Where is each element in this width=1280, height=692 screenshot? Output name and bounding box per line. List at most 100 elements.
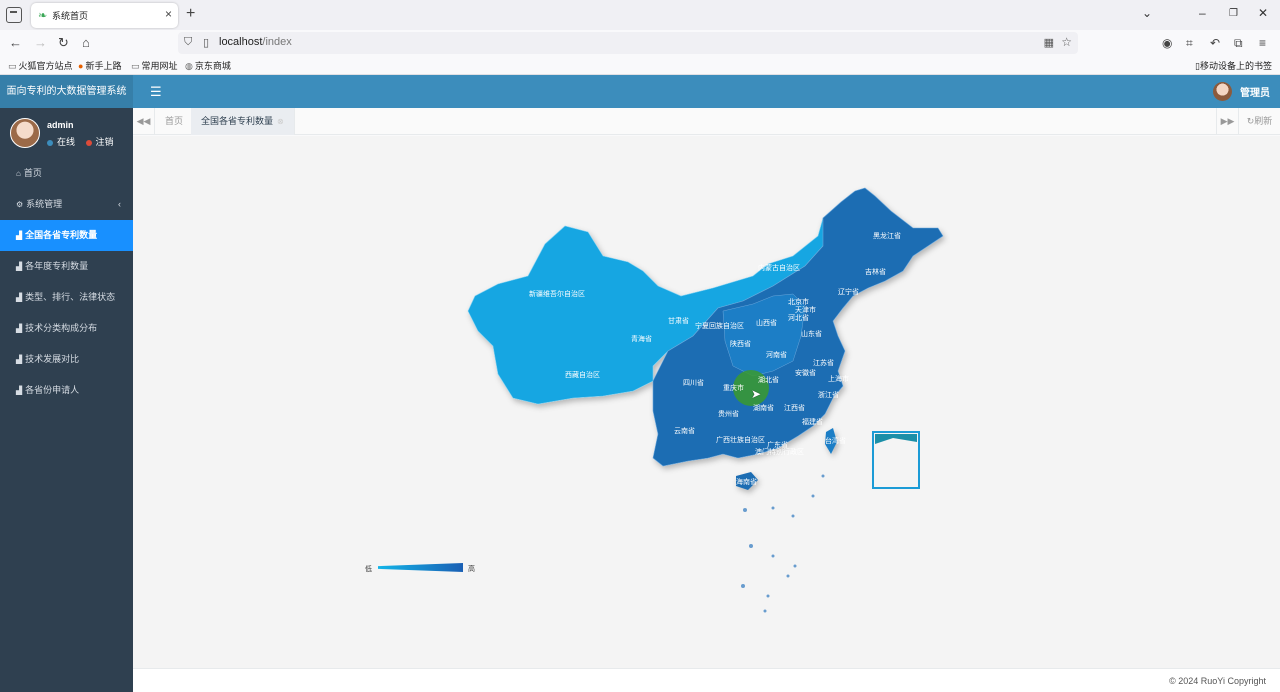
bookmark-label: 京东商城 [195, 61, 231, 71]
scroll-left-icon[interactable]: ◀◀ [133, 108, 155, 135]
url-bar[interactable]: ⛉ ▯ localhost/index ▦ ☆ [178, 32, 1078, 54]
qr-code-icon[interactable]: ▦ [1044, 36, 1054, 49]
sidebar-item-label: 各年度专利数量 [25, 261, 88, 271]
sidebar-item-label: 首页 [24, 168, 42, 178]
browser-tab-title: 系统首页 [52, 9, 88, 22]
area-chart-icon: ▟ [16, 293, 22, 302]
content-tab-strip: ◀◀ 首页 全国各省专利数量 ⊗ ▶▶ ↻刷新 [133, 108, 1280, 135]
bookmarks-bar: ▭火狐官方站点 ●新手上路 ▭常用网址 ◍京东商城 ▯移动设备上的书签 [0, 56, 1280, 75]
chevron-left-icon: ‹ [118, 189, 121, 220]
sidebar-item-type-rank-status[interactable]: ▟类型、排行、法律状态 [0, 282, 133, 313]
tab-home[interactable]: 首页 [155, 108, 194, 135]
province-label: 河北省 [788, 313, 809, 322]
scroll-right-icon[interactable]: ▶▶ [1216, 108, 1238, 135]
sidebar-item-home[interactable]: ⌂首页 [0, 158, 133, 189]
refresh-button[interactable]: ↻刷新 [1238, 108, 1280, 135]
crop-icon[interactable]: ⌗ [1186, 36, 1193, 51]
province-label: 贵州省 [718, 409, 739, 418]
forward-icon[interactable]: → [34, 35, 47, 50]
user-name: admin [47, 120, 74, 130]
shield-icon[interactable]: ⛉ [184, 36, 192, 49]
sidebar-item-tech-classification[interactable]: ▟技术分类构成分布 [0, 313, 133, 344]
province-label: 湖北省 [758, 375, 779, 384]
folder-icon: ▭ [8, 61, 17, 71]
window-close-icon[interactable]: ✕ [1258, 6, 1268, 20]
visual-map-low-label: 低 [365, 564, 372, 574]
logout-link[interactable]: 注销 [96, 137, 114, 147]
province-label: 辽宁省 [838, 287, 859, 296]
province-label: 湖南省 [753, 403, 774, 412]
favicon-icon: ❧ [38, 9, 47, 22]
sidebar-toggle-icon[interactable]: ☰ [150, 84, 162, 100]
bookmark-item[interactable]: ●新手上路 [78, 59, 121, 72]
visual-map-high-label: 高 [468, 564, 475, 574]
close-tab-icon[interactable]: × [165, 7, 172, 21]
restore-icon[interactable]: ❐ [1229, 8, 1238, 19]
bookmark-star-icon[interactable]: ☆ [1061, 35, 1072, 49]
user-role: 管理员 [1240, 88, 1270, 99]
user-menu[interactable]: 管理员 [1213, 82, 1270, 102]
sidebar-item-applicants[interactable]: ▟各省份申请人 [0, 375, 133, 406]
logout-dot [86, 140, 92, 146]
copyright-text: © 2024 RuoYi Copyright [1169, 676, 1266, 686]
province-label: 江西省 [784, 403, 805, 412]
home-icon[interactable]: ⌂ [82, 35, 90, 50]
province-label: 上海市 [828, 374, 849, 383]
sidebar-item-system[interactable]: ⚙系统管理‹ [0, 189, 133, 220]
tab-province-patents[interactable]: 全国各省专利数量 ⊗ [191, 108, 295, 135]
tab-label: 全国各省专利数量 [201, 116, 273, 126]
bookmark-item[interactable]: ▭常用网址 [131, 59, 178, 72]
area-chart-icon: ▟ [16, 231, 22, 240]
area-chart-icon: ▟ [16, 324, 22, 333]
province-label: 陕西省 [730, 339, 751, 348]
province-label: 北京市 [788, 297, 809, 306]
province-label: 宁夏回族自治区 [695, 321, 744, 330]
province-label: 吉林省 [865, 267, 886, 276]
minimize-icon[interactable]: – [1199, 6, 1206, 20]
province-label: 重庆市 [723, 383, 744, 392]
user-panel: admin 在线 注销 [0, 108, 133, 158]
extensions-icon[interactable]: ⧉ [1234, 36, 1243, 51]
sidebar-item-yearly-patents[interactable]: ▟各年度专利数量 [0, 251, 133, 282]
province-label: 澳门特别行政区 [755, 447, 804, 456]
province-label: 安徽省 [795, 368, 816, 377]
sidebar-item-province-patents[interactable]: ▟全国各省专利数量 [0, 220, 133, 251]
sidebar: admin 在线 注销 ⌂首页 ⚙系统管理‹ ▟全国各省专利数量 ▟各年度专利数… [0, 108, 133, 692]
mouse-cursor-icon: ➤ [751, 387, 761, 401]
area-chart-icon: ▟ [16, 355, 22, 364]
province-label: 内蒙古自治区 [758, 263, 800, 272]
bookmark-item[interactable]: ◍京东商城 [185, 59, 231, 72]
reload-icon[interactable]: ↻ [58, 35, 69, 51]
undo-icon[interactable]: ↶ [1210, 36, 1220, 50]
tab-list-icon[interactable] [6, 7, 22, 23]
bookmark-item[interactable]: ▭火狐官方站点 [8, 59, 73, 72]
area-chart-icon: ▟ [16, 386, 22, 395]
menu-icon[interactable]: ≡ [1259, 36, 1266, 50]
globe-icon: ◍ [185, 61, 193, 71]
sidebar-item-label: 技术分类构成分布 [25, 323, 97, 333]
province-label: 青海省 [631, 334, 652, 343]
app-logo[interactable]: 面向专利的大数据管理系统 [0, 75, 133, 108]
mobile-bookmarks-label: 移动设备上的书签 [1200, 61, 1272, 71]
folder-icon: ▭ [131, 61, 140, 71]
browser-tab[interactable]: ❧ 系统首页 × [31, 3, 178, 28]
footer: © 2024 RuoYi Copyright [133, 668, 1280, 692]
area-chart-icon: ▟ [16, 262, 22, 271]
browser-nav-bar: ← → ↻ ⌂ ⛉ ▯ localhost/index ▦ ☆ ◉ ⌗ ↶ ⧉ … [0, 30, 1280, 56]
account-icon[interactable]: ◉ [1162, 36, 1172, 50]
china-patent-map[interactable]: 黑龙江省 吉林省 辽宁省 内蒙古自治区 北京市 天津市 河北省 新疆维吾尔自治区… [133, 136, 1280, 668]
province-label: 黑龙江省 [873, 231, 901, 240]
app-header: 面向专利的大数据管理系统 ☰ 管理员 [0, 75, 1280, 108]
chevron-down-icon[interactable]: ⌄ [1142, 6, 1152, 20]
close-tab-icon[interactable]: ⊗ [277, 117, 284, 126]
url-text[interactable]: localhost/index [219, 36, 292, 48]
sidebar-item-label: 各省份申请人 [25, 385, 79, 395]
new-tab-icon[interactable]: + [186, 5, 195, 23]
status-online: 在线 [57, 137, 75, 147]
sidebar-item-label: 技术发展对比 [25, 354, 79, 364]
mobile-bookmarks[interactable]: ▯移动设备上的书签 [1195, 59, 1272, 72]
bookmark-label: 常用网址 [142, 61, 178, 71]
sidebar-item-tech-comparison[interactable]: ▟技术发展对比 [0, 344, 133, 375]
back-icon[interactable]: ← [9, 35, 22, 50]
sidebar-item-label: 类型、排行、法律状态 [25, 292, 115, 302]
